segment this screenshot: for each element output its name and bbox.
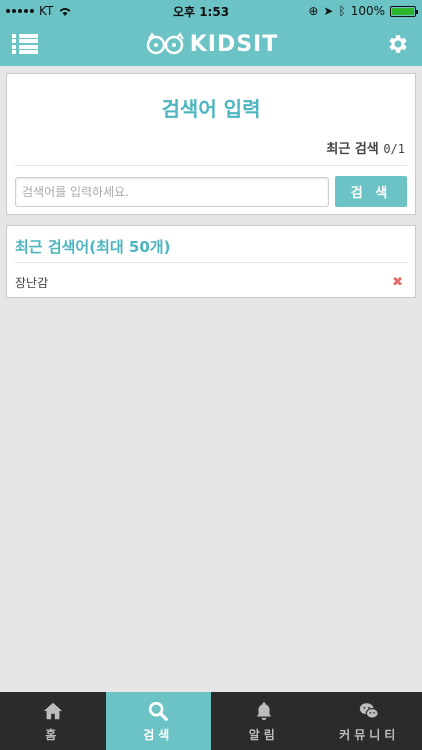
- tab-home[interactable]: 홈: [0, 692, 106, 750]
- logo-mark-icon: [146, 32, 184, 55]
- divider: [15, 165, 407, 166]
- carrier-label: KT: [39, 4, 54, 18]
- search-button[interactable]: 검 색: [335, 176, 407, 207]
- rotation-lock-icon: ⊕: [308, 4, 319, 18]
- app-header: KIDSIT: [0, 22, 422, 66]
- tab-notifications[interactable]: 알림: [211, 692, 317, 750]
- bell-icon: [256, 701, 272, 720]
- battery-percent: 100%: [350, 4, 385, 18]
- status-time: 오후 1:53: [172, 4, 230, 19]
- app-logo[interactable]: KIDSIT: [146, 32, 279, 57]
- signal-icon: [6, 9, 34, 13]
- tab-search[interactable]: 검색: [105, 692, 211, 750]
- tab-home-label: 홈: [45, 727, 61, 742]
- location-icon: ➤: [323, 4, 334, 18]
- menu-icon[interactable]: [12, 34, 38, 54]
- status-right: ⊕ ➤ ᛒ 100%: [256, 4, 418, 18]
- recent-search-item-label: 장난감: [15, 275, 49, 290]
- wifi-icon: [59, 7, 71, 16]
- recent-search-item[interactable]: 장난감 ✖: [15, 270, 407, 294]
- tab-community[interactable]: 커뮤니티: [317, 692, 422, 750]
- search-title: 검색어 입력: [161, 97, 261, 121]
- recent-search-label: 최근 검색: [326, 142, 379, 157]
- battery-icon: [390, 5, 418, 17]
- search-icon: [149, 701, 169, 721]
- delete-icon[interactable]: ✖: [388, 275, 407, 290]
- chat-icon: [360, 702, 379, 719]
- recent-searches-card: 최근 검색어(최대 50개) 장난감 ✖: [6, 225, 416, 298]
- tab-bar: 홈 검색 알림 커뮤니티: [0, 692, 422, 750]
- home-icon: [43, 702, 62, 719]
- bluetooth-icon: ᛒ: [338, 4, 346, 18]
- recent-search-count: 최근 검색 0/1: [326, 138, 405, 157]
- search-card: 검색어 입력 최근 검색 0/1 검 색: [6, 73, 416, 215]
- status-bar: KT 오후 1:53 ⊕ ➤ ᛒ 100%: [0, 0, 422, 22]
- divider: [15, 262, 407, 263]
- tab-notifications-label: 알림: [248, 727, 279, 742]
- logo-text: KIDSIT: [189, 31, 279, 57]
- gear-icon[interactable]: [386, 32, 410, 56]
- search-input[interactable]: [15, 177, 329, 207]
- tab-community-label: 커뮤니티: [339, 727, 400, 742]
- tab-search-label: 검색: [143, 727, 174, 742]
- recent-searches-title: 최근 검색어(최대 50개): [15, 238, 171, 256]
- recent-search-number: 0/1: [383, 142, 405, 156]
- status-left: KT: [6, 4, 146, 18]
